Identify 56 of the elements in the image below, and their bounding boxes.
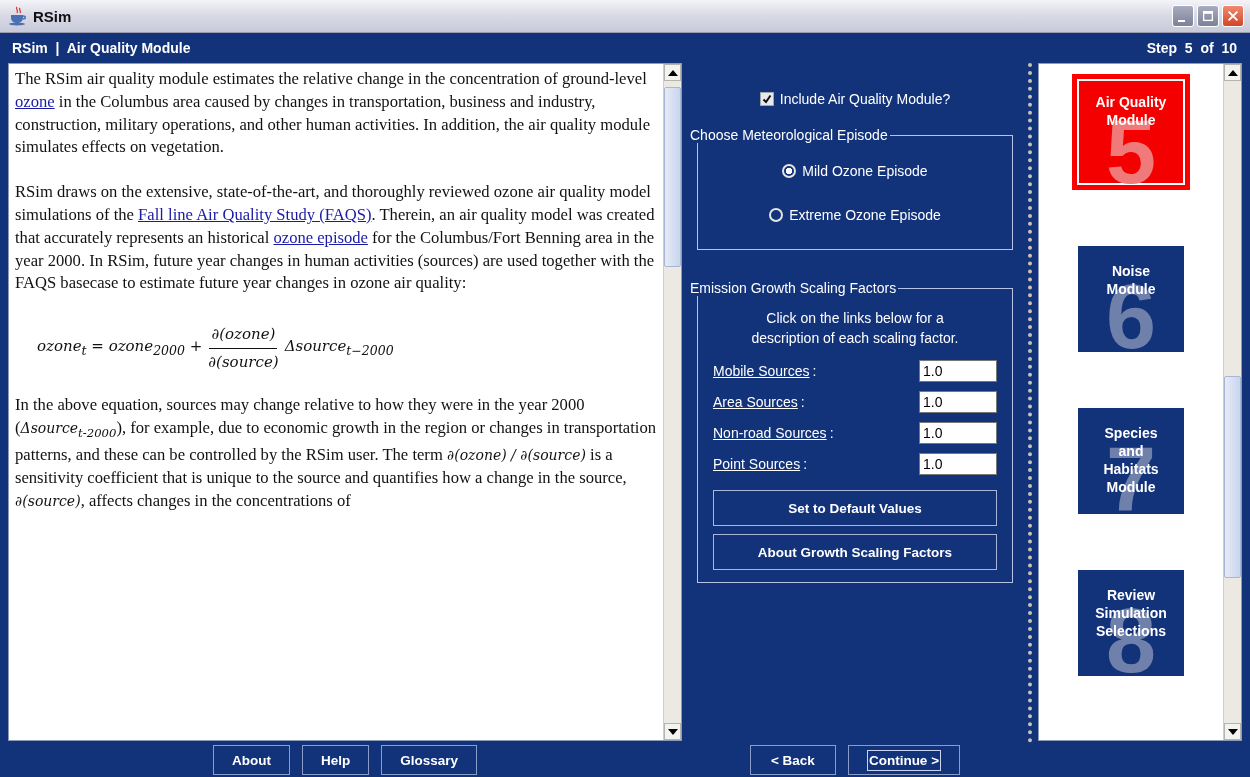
scroll-thumb[interactable] <box>664 87 681 267</box>
description: Click on the links below for a description of each scaling factor. <box>750 309 960 348</box>
separator: : <box>812 363 817 379</box>
factor-input[interactable]: 1.0 <box>919 453 997 475</box>
maximize-icon <box>1201 9 1215 23</box>
factor-link[interactable]: Non-road Sources <box>713 425 827 441</box>
maximize-button[interactable] <box>1197 5 1219 27</box>
link[interactable]: Fall line Air Quality Study (FAQS) <box>138 205 372 224</box>
paragraph: The RSim air quality module estimates the relative change in the concentration of ground-level ozone in the Columbus area caused by changes in transportation, business and industry, construction, military operations, and other human activities. In addition, the air quality module simulates effects on vegetation. <box>15 68 652 159</box>
scroll-down-icon[interactable] <box>664 723 681 740</box>
group-title: Choose Meteorological Episode <box>689 127 889 143</box>
factor-link[interactable]: Area Sources <box>713 394 798 410</box>
scroll-thumb[interactable] <box>1224 376 1241 578</box>
minimize-icon <box>1177 19 1185 22</box>
equation-text: ozone$_{t}$ = ozone$_{2000}$ + <box>37 335 203 360</box>
equation-text: Δsource$_{t−2000}$ <box>284 335 394 360</box>
module-title: RSim | Air Quality Module <box>12 40 191 56</box>
factor-link[interactable]: Point Sources <box>713 456 801 472</box>
radio-button[interactable]: Extreme Ozone Episode <box>769 207 941 223</box>
factor-input[interactable]: 1.0 <box>919 422 997 444</box>
paragraph: RSim draws on the extensive, state-of-the-art, and thoroughly reviewed ozone air quality model simulations of the Fall line Air Quality Study (FAQS). Therein, an air quality model was created that accurately represents an historical ozone episode for the Columbus/Fort Benning area in the year 2000. In RSim, future year changes in human activities (sources) are used together with the FAQS basecase to estimate future year changes in ozone air quality: <box>15 181 656 295</box>
button[interactable]: Continue > <box>847 745 960 775</box>
module-tile[interactable]: 5 Air Quality Module <box>1072 74 1190 190</box>
group-title: Emission Growth Scaling Factors <box>689 280 898 296</box>
link[interactable]: ozone <box>15 91 55 111</box>
close-button[interactable] <box>1222 5 1244 27</box>
radio-button[interactable]: Mild Ozone Episode <box>782 163 928 179</box>
step-indicator: Step 5 of 10 <box>1146 40 1237 56</box>
factor-input[interactable]: 1.0 <box>919 391 997 413</box>
button[interactable]: Glossary <box>381 745 477 775</box>
denominator: ∂(source) <box>207 351 280 373</box>
scroll-up-icon[interactable] <box>1224 64 1241 81</box>
button[interactable]: < Back <box>749 745 836 775</box>
numerator: ∂(ozone) <box>209 323 278 349</box>
separator: : <box>800 394 805 410</box>
factor-link[interactable]: Mobile Sources <box>713 363 810 379</box>
button[interactable]: About Growth Scaling Factors <box>713 534 997 570</box>
factor-input[interactable]: 1.0 <box>919 360 997 382</box>
close-icon <box>1226 9 1240 23</box>
coffee-cup-icon <box>8 6 28 26</box>
scroll-down-icon[interactable] <box>1224 723 1241 740</box>
window-title: RSim <box>33 7 73 25</box>
scroll-up-icon[interactable] <box>664 64 681 81</box>
check-icon <box>761 94 772 104</box>
scrollbar[interactable] <box>663 64 681 740</box>
separator: : <box>803 456 808 472</box>
button[interactable]: About <box>212 745 290 775</box>
button[interactable]: Set to Default Values <box>713 490 997 526</box>
button[interactable]: Help <box>301 745 370 775</box>
minimize-button[interactable] <box>1172 5 1194 27</box>
paragraph: In the above equation, sources may change relative to how they were in the year 2000 (Δsource$_{t-2000}$), for example, due to economic growth in the region or changes in transportation patterns, and these can be controlled by the RSim user. The term ∂(ozone) / ∂(source) is a sensitivity coefficient that is unique to the source and quantifies how a change in the source, ∂(source), affects changes in the concentrations of <box>15 393 657 512</box>
separator: : <box>829 425 834 441</box>
link[interactable]: ozone episode <box>273 227 368 247</box>
checkbox[interactable]: Include Air Quality Module? <box>759 91 951 107</box>
scrollbar[interactable] <box>1223 64 1241 740</box>
module-tile[interactable]: 6Noise Module <box>1078 246 1184 352</box>
